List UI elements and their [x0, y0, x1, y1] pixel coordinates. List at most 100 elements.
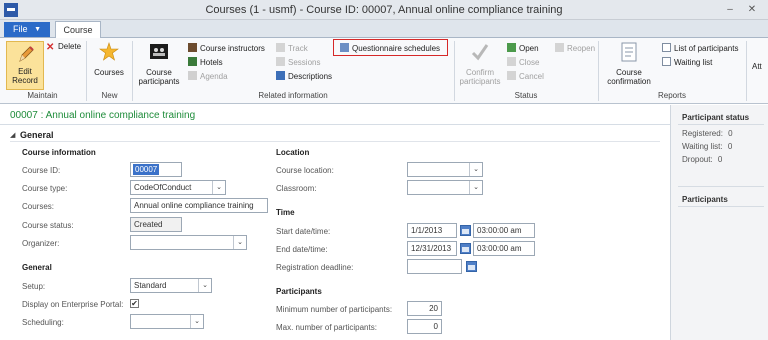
- course-status-value: Created: [134, 220, 163, 229]
- end-time-field[interactable]: 03:00:00 am: [473, 241, 535, 256]
- course-id-value: 00007: [133, 164, 160, 175]
- course-type-select[interactable]: CodeOfConduct ⌄: [130, 180, 226, 195]
- close-status-button[interactable]: Close: [507, 57, 539, 69]
- portal-checkbox[interactable]: ✔: [130, 299, 139, 308]
- location-heading: Location: [276, 148, 310, 157]
- track-button[interactable]: Track: [276, 43, 308, 55]
- course-status-label: Course status:: [22, 221, 74, 230]
- edit-record-label: Edit Record: [12, 67, 38, 85]
- classroom-label: Classroom:: [276, 184, 317, 193]
- reopen-icon: [555, 43, 564, 52]
- close-button[interactable]: ✕: [744, 4, 760, 16]
- file-tab[interactable]: File ▼: [4, 22, 50, 37]
- hotels-button[interactable]: Hotels: [188, 57, 223, 69]
- page-title: 00007 : Annual online compliance trainin…: [10, 110, 196, 121]
- delete-icon: ✕: [46, 42, 55, 53]
- delete-button[interactable]: ✕ Delete: [46, 42, 81, 54]
- portal-label: Display on Enterprise Portal:: [22, 300, 124, 309]
- setup-select[interactable]: Standard ⌄: [130, 278, 212, 293]
- minimize-button[interactable]: –: [722, 4, 738, 16]
- setup-value: Standard: [134, 281, 167, 290]
- course-type-label: Course type:: [22, 184, 68, 193]
- participant-status-heading: Participant status: [682, 113, 750, 122]
- start-date-field[interactable]: 1/1/2013: [407, 223, 457, 238]
- scheduling-label: Scheduling:: [22, 318, 64, 327]
- tab-course[interactable]: Course: [55, 21, 101, 39]
- related-information-group-label: Related information: [258, 91, 328, 100]
- general-section-header[interactable]: General: [20, 130, 54, 140]
- reopen-button[interactable]: Reopen: [555, 43, 595, 55]
- chevron-down-icon: ⌄: [198, 279, 211, 292]
- cancel-icon: [507, 71, 516, 80]
- course-confirmation-button[interactable]: Course confirmation: [602, 42, 656, 90]
- time-heading: Time: [276, 208, 295, 217]
- course-id-field[interactable]: 00007: [130, 162, 182, 177]
- participants-panel-heading: Participants: [682, 195, 728, 204]
- sessions-button[interactable]: Sessions: [276, 57, 320, 69]
- calendar-icon[interactable]: [460, 225, 471, 236]
- panel-divider: [678, 206, 764, 207]
- courses-button[interactable]: Courses: [90, 42, 128, 88]
- waiting-list-status-label: Waiting list:: [682, 142, 723, 151]
- general-heading: General: [22, 263, 52, 272]
- course-instructors-button[interactable]: Course instructors: [188, 43, 265, 55]
- list-of-participants-button[interactable]: List of participants: [662, 43, 738, 55]
- courses-label: Courses: [94, 68, 124, 77]
- file-tab-label: File: [13, 24, 28, 34]
- status-group-label: Status: [514, 91, 538, 100]
- course-participants-label: Course participants: [138, 68, 180, 86]
- instructor-icon: [188, 43, 197, 52]
- agenda-button[interactable]: Agenda: [188, 71, 228, 83]
- open-button[interactable]: Open: [507, 43, 539, 55]
- edit-record-button[interactable]: Edit Record: [6, 41, 44, 90]
- ribbon-separator: [746, 41, 747, 101]
- course-participants-button[interactable]: Course participants: [136, 42, 182, 90]
- classroom-select[interactable]: ⌄: [407, 180, 483, 195]
- descriptions-icon: [276, 71, 285, 80]
- chevron-down-icon: ▼: [34, 26, 41, 33]
- cancel-button[interactable]: Cancel: [507, 71, 544, 83]
- star-burst-icon: [99, 42, 119, 61]
- course-confirmation-label: Course confirmation: [607, 68, 651, 86]
- report-icon: [621, 42, 637, 62]
- waiting-list-row: Waiting list: 0: [682, 142, 732, 151]
- start-date-value: 1/1/2013: [411, 226, 443, 235]
- window-title: Courses (1 - usmf) - Course ID: 00007, A…: [205, 4, 563, 16]
- start-time-field[interactable]: 03:00:00 am: [473, 223, 535, 238]
- delete-label: Delete: [58, 42, 82, 51]
- agenda-label: Agenda: [200, 72, 228, 81]
- min-participants-field[interactable]: 20: [407, 301, 442, 316]
- close-status-label: Close: [519, 58, 540, 67]
- checkmark-icon: [471, 44, 489, 61]
- agenda-icon: [188, 71, 197, 80]
- end-date-field[interactable]: 12/31/2013: [407, 241, 457, 256]
- sessions-icon: [276, 57, 285, 66]
- waiting-list-button[interactable]: Waiting list: [662, 57, 712, 69]
- check-icon: ✔: [131, 299, 138, 308]
- start-time-value: 03:00:00 am: [477, 226, 522, 235]
- calendar-icon[interactable]: [460, 243, 471, 254]
- dropout-count: 0: [717, 155, 723, 164]
- course-location-select[interactable]: ⌄: [407, 162, 483, 177]
- panel-divider: [678, 124, 764, 125]
- registered-label: Registered:: [682, 129, 723, 138]
- calendar-icon[interactable]: [466, 261, 477, 272]
- courses-field[interactable]: Annual online compliance training: [130, 198, 268, 213]
- collapse-icon[interactable]: ◢: [10, 131, 15, 139]
- registration-deadline-field[interactable]: [407, 259, 462, 274]
- descriptions-button[interactable]: Descriptions: [276, 71, 332, 83]
- registered-count: 0: [728, 129, 733, 138]
- open-label: Open: [519, 44, 539, 53]
- organizer-select[interactable]: ⌄: [130, 235, 247, 250]
- max-participants-field[interactable]: 0: [407, 319, 442, 334]
- confirm-participants-label: Confirm participants: [459, 68, 501, 86]
- course-location-label: Course location:: [276, 166, 334, 175]
- new-group-label: New: [101, 91, 118, 100]
- confirm-participants-button[interactable]: Confirm participants: [457, 42, 503, 90]
- scheduling-select[interactable]: ⌄: [130, 314, 204, 329]
- track-label: Track: [288, 44, 308, 53]
- form-header: 00007 : Annual online compliance trainin…: [0, 105, 670, 125]
- reports-group-label: Reports: [657, 91, 686, 100]
- max-participants-label: Max. number of participants:: [276, 323, 377, 332]
- start-datetime-label: Start date/time:: [276, 227, 331, 236]
